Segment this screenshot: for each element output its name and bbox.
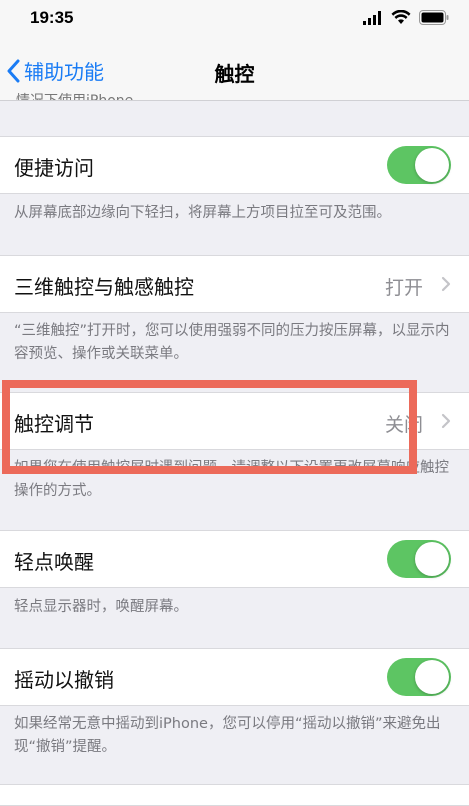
row-tap-to-wake: 轻点唤醒 <box>0 530 469 588</box>
shake-to-undo-label: 摇动以撤销 <box>14 668 114 692</box>
wifi-icon <box>391 10 411 24</box>
toggle-knob <box>415 660 449 694</box>
row-shake-to-undo: 摇动以撤销 <box>0 648 469 706</box>
toggle-knob <box>415 542 449 576</box>
scrolled-footer-text: 情况下使用iPhone。 <box>16 90 147 100</box>
touch-accommodations-label: 触控调节 <box>14 412 94 436</box>
chevron-right-icon <box>441 413 451 429</box>
toggle-knob <box>415 148 449 182</box>
3d-touch-value: 打开 <box>384 277 423 299</box>
tap-to-wake-label: 轻点唤醒 <box>14 550 94 574</box>
battery-icon <box>419 10 449 25</box>
tap-to-wake-toggle[interactable] <box>387 540 451 578</box>
reachability-toggle[interactable] <box>387 146 451 184</box>
3d-touch-footer: “三维触控”打开时，您可以使用强弱不同的压力按压屏幕，以显示内容预览、操作或关联… <box>14 323 450 362</box>
reachability-label: 便捷访问 <box>14 156 94 180</box>
row-reachability: 便捷访问 <box>0 136 469 194</box>
row-touch-accommodations[interactable]: 触控调节 关闭 <box>0 392 469 450</box>
status-icons <box>363 10 449 25</box>
signal-icon <box>363 10 381 25</box>
status-time: 19:35 <box>30 8 74 27</box>
status-bar: 19:35 <box>0 0 469 40</box>
touch-accommodations-footer: 如果您在使用触控屏时遇到问题，请调整以下设置更改屏幕响应触控操作的方式。 <box>14 460 449 499</box>
page-title: 触控 <box>214 62 255 86</box>
reachability-footer: 从屏幕底部边缘向下轻扫，将屏幕上方项目拉至可及范围。 <box>14 205 391 221</box>
row-next-partial <box>0 784 469 806</box>
touch-accommodations-value: 关闭 <box>384 414 423 436</box>
3d-touch-label: 三维触控与触感触控 <box>14 275 194 299</box>
shake-to-undo-footer: 如果经常无意中摇动到iPhone，您可以停用“摇动以撤销”来避免出现“撤销”提醒… <box>14 716 441 755</box>
row-3d-touch[interactable]: 三维触控与触感触控 打开 <box>0 255 469 313</box>
tap-to-wake-footer: 轻点显示器时，唤醒屏幕。 <box>14 599 188 615</box>
shake-to-undo-toggle[interactable] <box>387 658 451 696</box>
chevron-right-icon <box>441 276 451 292</box>
